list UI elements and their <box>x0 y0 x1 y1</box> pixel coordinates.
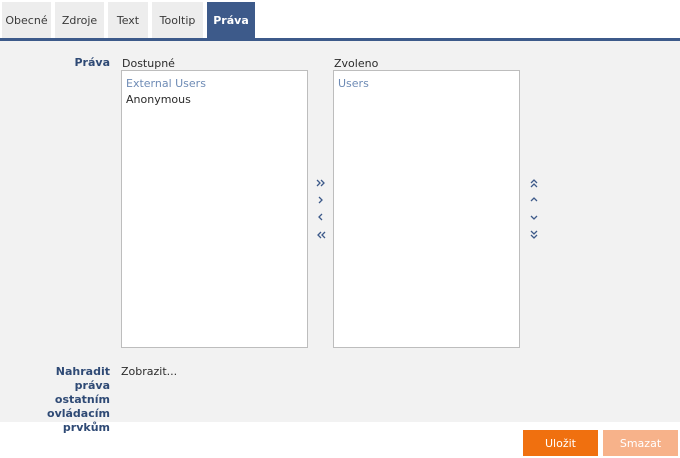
selected-listbox[interactable]: Users <box>333 70 520 348</box>
chevron-right-icon <box>318 196 323 204</box>
chevron-double-left-icon <box>317 231 326 239</box>
move-all-right-button[interactable] <box>313 175 329 191</box>
chevron-double-down-icon <box>530 230 538 239</box>
chevron-double-right-icon <box>316 179 325 187</box>
move-up-button[interactable] <box>526 192 542 208</box>
list-item[interactable]: External Users <box>126 76 303 92</box>
chevron-double-up-icon <box>530 179 538 188</box>
replace-rights-label-line: Nahradit práva <box>55 365 110 392</box>
tab-zdroje[interactable]: Zdroje <box>55 2 104 38</box>
tab-tooltip[interactable]: Tooltip <box>152 2 203 38</box>
chevron-up-icon <box>530 197 538 202</box>
show-link[interactable]: Zobrazit... <box>121 365 177 378</box>
tab-bar: Obecné Zdroje Text Tooltip Práva <box>0 0 680 41</box>
move-to-top-button[interactable] <box>526 175 542 191</box>
tab-obecne[interactable]: Obecné <box>2 2 51 38</box>
rights-panel: Práva Dostupné External Users Anonymous … <box>0 41 680 434</box>
tab-text[interactable]: Text <box>108 2 148 38</box>
chevron-down-icon <box>530 215 538 220</box>
delete-button[interactable]: Smazat <box>603 430 678 456</box>
move-right-button[interactable] <box>313 192 329 208</box>
replace-rights-label-line: ostatním <box>54 393 110 406</box>
replace-rights-label: Nahradit práva ostatním ovládacím prvkům <box>20 365 110 435</box>
available-listbox[interactable]: External Users Anonymous <box>121 70 308 348</box>
move-left-button[interactable] <box>313 209 329 225</box>
list-item[interactable]: Users <box>338 76 515 92</box>
selected-heading: Zvoleno <box>334 57 379 70</box>
available-heading: Dostupné <box>122 57 175 70</box>
list-item[interactable]: Anonymous <box>126 92 303 108</box>
chevron-left-icon <box>318 213 323 221</box>
move-all-left-button[interactable] <box>313 227 329 243</box>
rights-label: Práva <box>74 56 110 69</box>
tab-prava[interactable]: Práva <box>207 2 255 38</box>
save-button[interactable]: Uložit <box>523 430 598 456</box>
move-to-bottom-button[interactable] <box>526 227 542 243</box>
replace-rights-label-line: ovládacím <box>47 407 110 420</box>
replace-rights-label-line: prvkům <box>62 421 110 434</box>
move-down-button[interactable] <box>526 209 542 225</box>
